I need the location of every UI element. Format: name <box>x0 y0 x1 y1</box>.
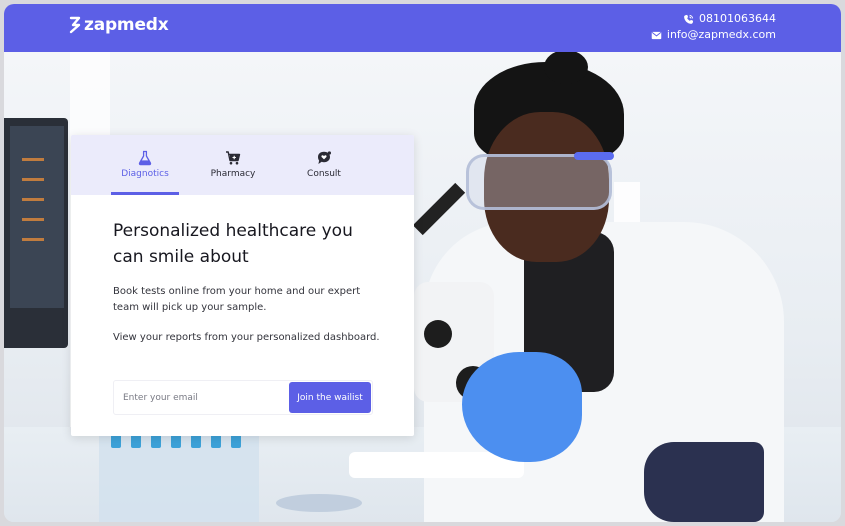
microscope-eyepiece <box>412 182 466 236</box>
contact-phone[interactable]: 08101063644 <box>651 11 776 27</box>
envelope-icon <box>651 31 662 39</box>
tab-label: Consult <box>307 169 341 179</box>
monitor-line <box>22 198 44 201</box>
service-tabs: Diagnotics Pharmacy Consult <box>71 135 414 195</box>
page-title: Personalized healthcare you can smile ab… <box>113 221 353 267</box>
lab-monitor <box>4 118 68 348</box>
tab-pharmacy[interactable]: Pharmacy <box>195 135 271 195</box>
email-input[interactable] <box>114 381 289 414</box>
waitlist-form: Join the wailist <box>113 380 373 415</box>
contact-email[interactable]: info@zapmedx.com <box>651 27 776 43</box>
phone-number: 08101063644 <box>699 12 776 25</box>
microscope-knob <box>424 320 452 348</box>
email-address: info@zapmedx.com <box>666 28 776 41</box>
brand-name: zapmedx <box>84 15 169 35</box>
safety-goggles <box>466 154 612 210</box>
flask-icon <box>138 150 152 166</box>
monitor-screen <box>10 126 64 308</box>
blue-glove <box>462 352 582 462</box>
tab-label: Pharmacy <box>210 169 256 179</box>
top-nav: zapmedx 08101063644 info@zapmedx.com <box>4 4 841 52</box>
test-tube-rack <box>99 426 259 522</box>
monitor-line <box>22 218 44 221</box>
intro-paragraph: Book tests online from your home and our… <box>113 286 361 313</box>
tab-consult[interactable]: Consult <box>286 135 362 195</box>
brand-logo[interactable]: zapmedx <box>69 15 169 35</box>
goggle-strap <box>574 152 614 160</box>
monitor-line <box>22 238 44 241</box>
waitlist-card: Diagnotics Pharmacy Consult Personalized… <box>71 135 414 436</box>
join-waitlist-button[interactable]: Join the wailist <box>289 382 371 413</box>
dashboard-paragraph: View your reports from your personalized… <box>113 332 380 343</box>
tab-diagnostics[interactable]: Diagnotics <box>107 135 183 195</box>
zap-logo-icon <box>69 16 81 34</box>
chat-heart-icon <box>318 151 331 164</box>
phone-icon <box>684 14 694 24</box>
monitor-line <box>22 178 44 181</box>
monitor-line <box>22 158 44 161</box>
dark-sleeve <box>644 442 764 522</box>
page-frame: zapmedx 08101063644 info@zapmedx.com Dia… <box>4 4 841 522</box>
petri-dish <box>276 494 362 512</box>
card-body: Personalized healthcare you can smile ab… <box>71 195 414 346</box>
tab-label: Diagnotics <box>121 169 169 179</box>
cart-icon <box>226 151 241 165</box>
contact-info: 08101063644 info@zapmedx.com <box>651 11 776 43</box>
